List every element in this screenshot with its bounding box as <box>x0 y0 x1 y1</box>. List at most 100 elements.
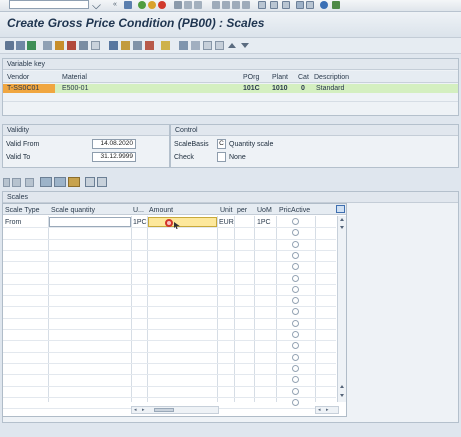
description-value: Standard <box>316 85 345 92</box>
table-vertical-scrollbar[interactable] <box>337 216 346 402</box>
copy-row-icon[interactable] <box>97 177 107 187</box>
print-icon[interactable] <box>174 1 182 9</box>
command-field[interactable] <box>9 0 89 9</box>
key-combination-icon[interactable] <box>43 41 52 50</box>
layout2-icon[interactable] <box>306 1 314 9</box>
record-icon[interactable] <box>179 41 188 50</box>
col-pricactive: PricActive <box>279 207 311 214</box>
table-row <box>3 396 336 398</box>
help-icon[interactable] <box>320 1 328 9</box>
valid-to-input[interactable]: 31.12.9999 <box>92 152 136 162</box>
table-row <box>3 317 336 319</box>
pricactive-radio[interactable] <box>292 376 299 384</box>
scroll-left-icon[interactable]: ◂ <box>318 408 321 413</box>
filter-table-icon[interactable] <box>68 177 80 187</box>
insert-icon[interactable] <box>215 41 224 50</box>
pricactive-radio[interactable] <box>292 342 299 350</box>
check-input[interactable] <box>217 152 226 162</box>
scale-quantity-input[interactable] <box>49 217 131 227</box>
pricactive-radio[interactable] <box>292 319 299 327</box>
pricactive-radio[interactable] <box>292 353 299 361</box>
supplement-icon[interactable] <box>91 41 100 50</box>
copy-icon[interactable] <box>203 41 212 50</box>
pricactive-radio[interactable] <box>292 251 299 259</box>
sort-icon[interactable] <box>54 177 66 187</box>
scroll-up-icon[interactable] <box>340 218 344 221</box>
table-horizontal-scrollbar-right[interactable]: ◂ ▸ <box>315 406 339 414</box>
text-icon[interactable] <box>133 41 142 50</box>
customize-layout-icon[interactable] <box>332 1 340 9</box>
find-next-icon[interactable] <box>194 1 202 9</box>
table-row <box>3 340 336 342</box>
table-row <box>3 306 336 308</box>
double-chevron-icon[interactable]: « <box>113 1 121 9</box>
scroll-right-icon[interactable]: ▸ <box>142 408 145 413</box>
scales-icon[interactable] <box>67 41 76 50</box>
scroll-left-icon[interactable]: ◂ <box>134 408 137 413</box>
window-icon[interactable] <box>282 1 290 9</box>
other-condition-icon[interactable] <box>5 41 14 50</box>
pricactive-radio[interactable] <box>292 274 299 282</box>
scalebasis-label: ScaleBasis <box>174 141 209 148</box>
table-settings-icon[interactable] <box>40 177 52 187</box>
delete-icon[interactable] <box>145 41 154 50</box>
valid-from-input[interactable]: 14.08.2020 <box>92 139 136 149</box>
scroll-thumb[interactable] <box>154 408 174 412</box>
cancel-icon[interactable] <box>158 1 166 9</box>
pricactive-radio[interactable] <box>292 387 299 395</box>
scroll-page-down-icon[interactable] <box>340 394 344 397</box>
scales-table: Scale Type Scale quantity U... Amount Un… <box>2 203 347 417</box>
pricactive-radio[interactable] <box>292 263 299 271</box>
pricactive-radio[interactable] <box>292 218 299 225</box>
scalebasis-input[interactable]: C <box>217 139 226 149</box>
last-page-icon[interactable] <box>242 1 250 9</box>
detail-icon[interactable] <box>85 177 95 187</box>
scales-header: Scales <box>3 192 458 203</box>
layout-icon[interactable] <box>296 1 304 9</box>
pricactive-radio[interactable] <box>292 240 299 248</box>
valid-from-label: Valid From <box>6 141 40 148</box>
page-title: Create Gross Price Condition (PB00) : Sc… <box>7 16 265 30</box>
select-all-icon[interactable] <box>3 178 10 187</box>
deselect-all-icon[interactable] <box>12 178 21 187</box>
insert-row-icon[interactable] <box>25 178 34 187</box>
col-amount: Amount <box>149 207 174 214</box>
pricactive-radio[interactable] <box>292 308 299 316</box>
pricactive-radio[interactable] <box>292 331 299 338</box>
scroll-right-icon[interactable]: ▸ <box>326 408 329 413</box>
change-icon[interactable] <box>27 41 36 50</box>
table-horizontal-scrollbar-left[interactable]: ◂ ▸ <box>131 406 219 414</box>
new-session-icon[interactable] <box>258 1 266 9</box>
pricactive-radio[interactable] <box>292 229 299 237</box>
scroll-down-small-icon[interactable] <box>340 226 344 229</box>
up-arrow-icon[interactable] <box>228 43 236 48</box>
previous-page-icon[interactable] <box>222 1 230 9</box>
shortcut-icon[interactable] <box>270 1 278 9</box>
display-icon[interactable] <box>16 41 25 50</box>
filter-icon[interactable] <box>191 41 200 50</box>
owner-icon[interactable] <box>161 41 170 50</box>
pricactive-radio[interactable] <box>292 297 299 305</box>
down-arrow-icon[interactable] <box>241 43 249 48</box>
back-icon[interactable] <box>138 1 146 9</box>
condition-info-icon[interactable] <box>55 41 64 50</box>
find-icon[interactable] <box>184 1 192 9</box>
scroll-page-up-icon[interactable] <box>340 385 344 388</box>
pricactive-radio[interactable] <box>292 364 299 372</box>
column-config-icon[interactable] <box>336 205 345 213</box>
table-row <box>3 295 336 297</box>
next-page-icon[interactable] <box>232 1 240 9</box>
amount-input[interactable] <box>148 217 217 227</box>
details-icon[interactable] <box>109 41 118 50</box>
first-page-icon[interactable] <box>212 1 220 9</box>
check-label: Check <box>174 154 194 161</box>
exit-icon[interactable] <box>148 1 156 9</box>
pricactive-radio[interactable] <box>292 285 299 293</box>
validity-icon[interactable] <box>121 41 130 50</box>
additional-data-icon[interactable] <box>79 41 88 50</box>
per-uom-value: 1PC <box>257 219 271 226</box>
save-icon[interactable] <box>124 1 132 9</box>
pricactive-radio[interactable] <box>292 398 299 406</box>
variable-key-header: Variable key <box>3 59 458 70</box>
porg-value: 101C <box>243 85 260 92</box>
